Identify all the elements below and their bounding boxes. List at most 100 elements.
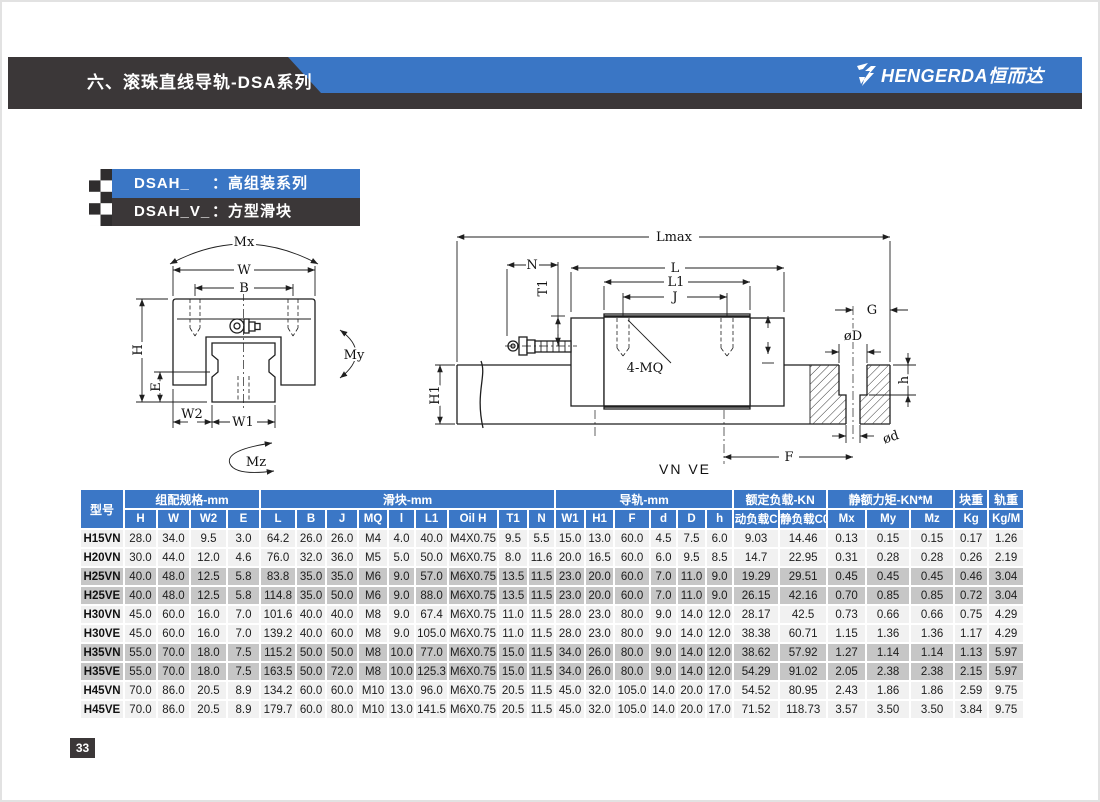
table-cell: 30.0 — [124, 548, 157, 567]
table-cell: 11.5 — [528, 605, 555, 624]
col-header: 动负载C — [733, 509, 779, 529]
table-cell: 12.5 — [190, 586, 227, 605]
col-group-header: 导轨-mm — [555, 489, 733, 509]
table-cell: 12.0 — [706, 643, 733, 662]
table-row: H25VE40.048.012.55.8114.835.050.0M69.088… — [80, 586, 1024, 605]
table-cell: 28.17 — [733, 605, 779, 624]
table-cell: 80.0 — [326, 700, 358, 719]
series-code: DSAH_V_ — [134, 198, 212, 226]
table-cell: 57.92 — [779, 643, 827, 662]
col-header: H — [124, 509, 157, 529]
table-cell: 45.0 — [555, 700, 585, 719]
dim-label-h: H — [131, 344, 146, 355]
table-cell: M6X0.75 — [448, 700, 498, 719]
model-cell: H15VN — [80, 529, 124, 548]
table-cell: 2.43 — [827, 681, 866, 700]
table-cell: 7.5 — [227, 643, 260, 662]
table-cell: 35.0 — [296, 586, 326, 605]
col-header: D — [677, 509, 706, 529]
table-cell: 1.86 — [910, 681, 954, 700]
col-header: N — [528, 509, 555, 529]
table-cell: 45.0 — [555, 681, 585, 700]
table-cell: 20.5 — [190, 700, 227, 719]
table-cell: 14.0 — [650, 700, 677, 719]
col-header: E — [227, 509, 260, 529]
col-group-header: 组配规格-mm — [124, 489, 260, 509]
col-group-header: 块重 — [954, 489, 988, 509]
table-cell: 20.0 — [677, 681, 706, 700]
table-cell: 34.0 — [157, 529, 190, 548]
table-cell: M6X0.75 — [448, 586, 498, 605]
table-cell: 9.5 — [498, 529, 528, 548]
table-cell: 42.5 — [779, 605, 827, 624]
series-code: DSAH_ — [134, 169, 212, 198]
table-cell: M8 — [358, 662, 388, 681]
table-cell: 9.0 — [650, 605, 677, 624]
col-header: W — [157, 509, 190, 529]
view-caption: VN VE — [659, 461, 711, 477]
table-cell: 1.14 — [910, 643, 954, 662]
table-cell: 80.95 — [779, 681, 827, 700]
table-cell: 80.0 — [614, 605, 650, 624]
table-cell: M8 — [358, 624, 388, 643]
table-cell: 40.0 — [296, 624, 326, 643]
checkerboard-decoration — [89, 169, 112, 226]
table-cell: 76.0 — [260, 548, 296, 567]
table-cell: 9.0 — [650, 662, 677, 681]
table-cell: 11.5 — [528, 643, 555, 662]
table-cell: 1.27 — [827, 643, 866, 662]
table-cell: 0.75 — [954, 605, 988, 624]
table-cell: 163.5 — [260, 662, 296, 681]
table-cell: 1.14 — [866, 643, 910, 662]
table-cell: 20.5 — [190, 681, 227, 700]
table-cell: 23.0 — [555, 567, 585, 586]
dim-label-l1: L1 — [668, 275, 685, 290]
table-cell: 70.0 — [124, 700, 157, 719]
table-cell: 23.0 — [585, 605, 614, 624]
table-cell: M6 — [358, 567, 388, 586]
table-cell: 101.6 — [260, 605, 296, 624]
table-cell: 17.0 — [706, 700, 733, 719]
table-cell: 60.0 — [296, 700, 326, 719]
table-cell: 4.6 — [227, 548, 260, 567]
table-cell: 20.0 — [585, 567, 614, 586]
col-group-header: 滑块-mm — [260, 489, 555, 509]
table-cell: 26.0 — [585, 662, 614, 681]
dim-label-od: øD — [844, 329, 862, 344]
table-cell: 5.5 — [528, 529, 555, 548]
table-row: H45VN70.086.020.58.9134.260.060.0M1013.0… — [80, 681, 1024, 700]
table-cell: 60.0 — [296, 681, 326, 700]
table-cell: 14.0 — [677, 624, 706, 643]
table-cell: 26.0 — [326, 529, 358, 548]
table-cell: 1.15 — [827, 624, 866, 643]
table-cell: M6X0.75 — [448, 605, 498, 624]
series-banner-high-assembly: DSAH_：高组装系列 — [112, 169, 360, 198]
table-cell: 0.72 — [954, 586, 988, 605]
table-cell: 32.0 — [585, 681, 614, 700]
table-cell: 18.0 — [190, 643, 227, 662]
table-cell: 9.0 — [388, 605, 415, 624]
table-cell: M10 — [358, 681, 388, 700]
col-header: l — [388, 509, 415, 529]
table-cell: 12.5 — [190, 567, 227, 586]
table-cell: 34.0 — [555, 662, 585, 681]
table-cell: 4.29 — [988, 605, 1024, 624]
table-cell: 11.5 — [528, 567, 555, 586]
dim-label-h1: H1 — [428, 385, 443, 405]
table-cell: 7.0 — [650, 586, 677, 605]
col-header: L — [260, 509, 296, 529]
table-cell: 34.0 — [555, 643, 585, 662]
dim-label-mz: Mz — [246, 455, 266, 470]
table-cell: 80.0 — [614, 624, 650, 643]
table-cell: 0.66 — [866, 605, 910, 624]
table-cell: 12.0 — [706, 624, 733, 643]
spec-table: 型号组配规格-mm滑块-mm导轨-mm额定负载-KN静额力矩-KN*M块重轨重 … — [80, 489, 1024, 719]
table-cell: 11.5 — [528, 681, 555, 700]
model-cell: H25VN — [80, 567, 124, 586]
dim-label-t1: T1 — [536, 280, 551, 297]
table-cell: 9.0 — [388, 586, 415, 605]
table-cell: 3.57 — [827, 700, 866, 719]
table-cell: 3.04 — [988, 586, 1024, 605]
table-cell: 60.0 — [157, 624, 190, 643]
table-cell: 9.5 — [190, 529, 227, 548]
